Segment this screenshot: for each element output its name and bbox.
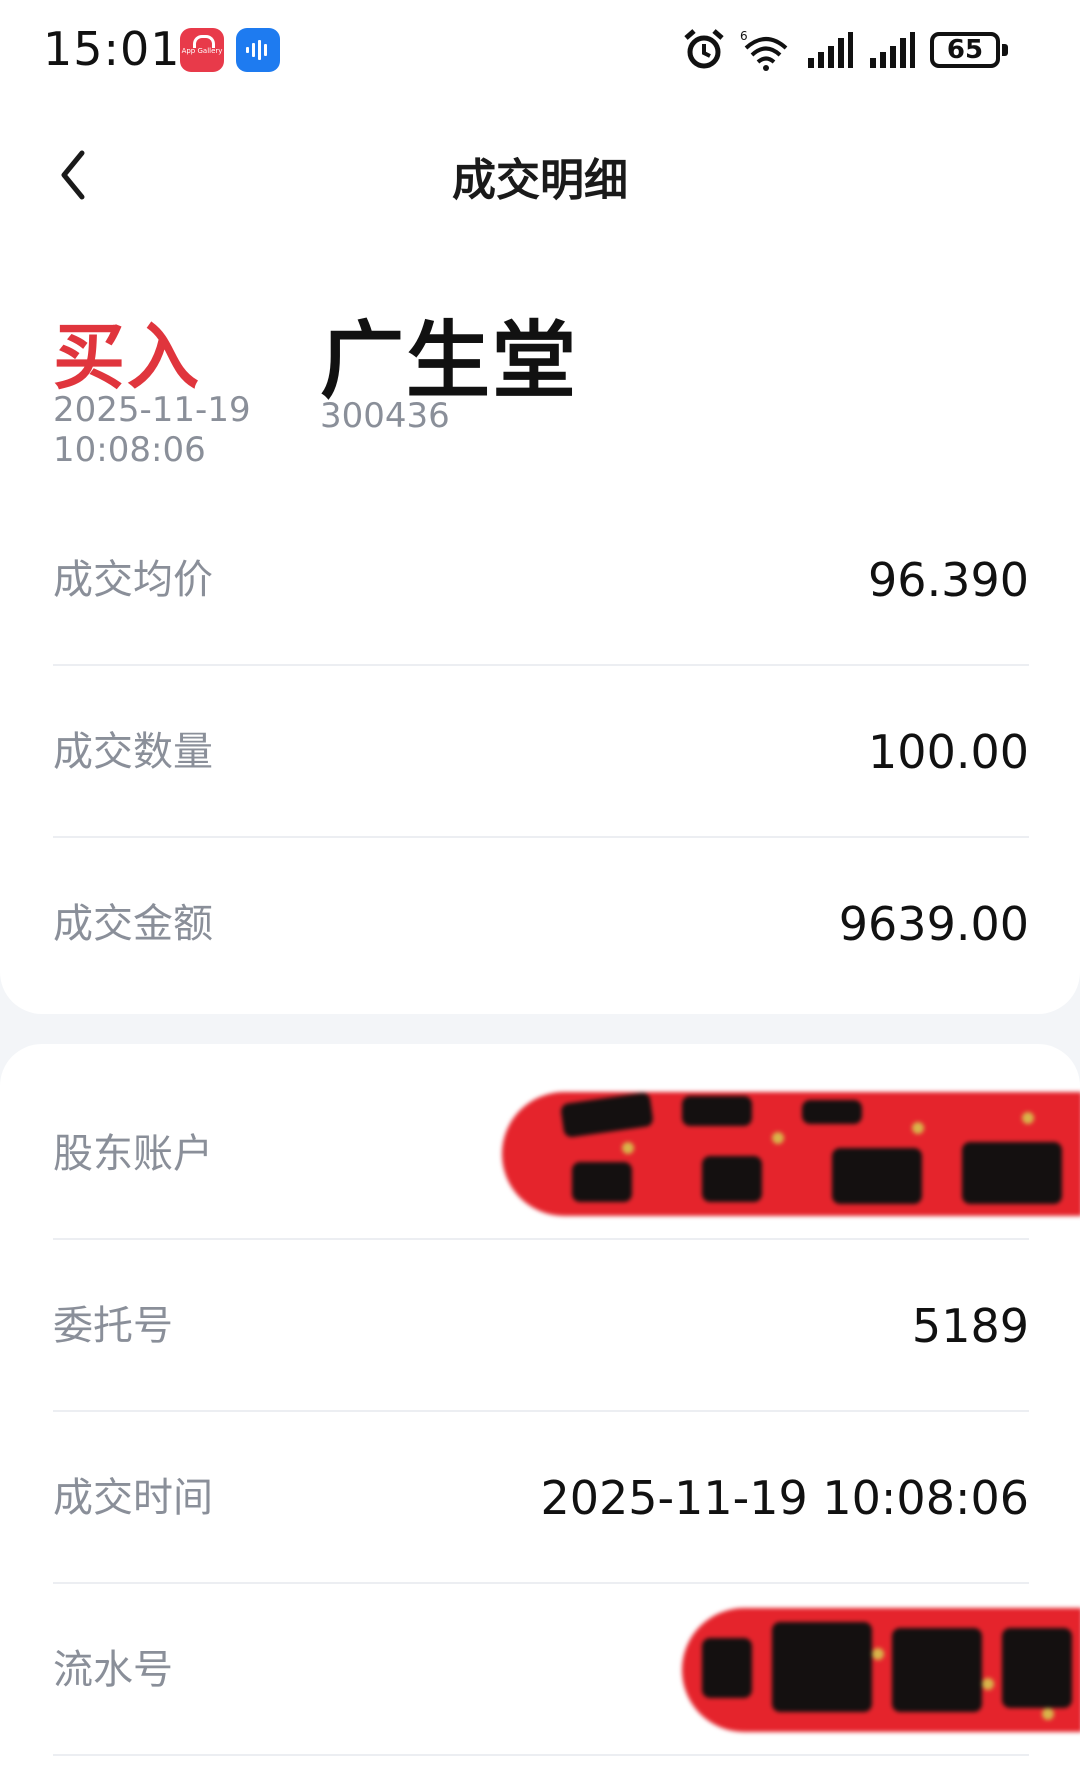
trade-time: 10:08:06 xyxy=(53,430,206,470)
signal-icon-2 xyxy=(870,32,915,68)
detail-value: 2025-11-19 10:08:06 xyxy=(540,1471,1029,1525)
trade-datetime: 2025-11-19 10:08:06 xyxy=(53,390,251,470)
stock-code: 300436 xyxy=(320,396,450,436)
trade-direction: 买入 xyxy=(53,315,202,399)
detail-row-trade-time: 成交时间 2025-11-19 10:08:06 xyxy=(53,1412,1029,1584)
detail-label: 股东账户 xyxy=(53,1131,213,1177)
detail-label: 流水号 xyxy=(53,1647,173,1693)
detail-row-serial-number: 流水号 xyxy=(53,1584,1080,1756)
status-bar: 15:01 App Gallery 6 65 xyxy=(0,0,1080,100)
trade-detail-card: 股东账户 委托号 5189 成交时间 2025-11-19 10:08:06 流… xyxy=(0,1044,1080,1768)
battery-icon: 65 xyxy=(930,32,1008,68)
detail-label: 成交时间 xyxy=(53,1475,213,1521)
battery-level: 65 xyxy=(946,35,984,65)
trade-summary-card: 买入 2025-11-19 10:08:06 广生堂 300436 成交均价 9… xyxy=(0,250,1080,1014)
redaction-sticker xyxy=(502,1092,1080,1216)
summary-value: 100.00 xyxy=(868,725,1029,779)
signal-icon-1 xyxy=(808,32,853,68)
summary-row-quantity: 成交数量 100.00 xyxy=(53,666,1029,838)
app-gallery-icon: App Gallery xyxy=(180,28,224,72)
nav-header: 成交明细 xyxy=(0,100,1080,250)
alarm-icon xyxy=(684,29,724,69)
voice-recorder-icon xyxy=(236,28,280,72)
detail-row-shareholder-account: 股东账户 xyxy=(53,1068,1080,1240)
redaction-sticker xyxy=(682,1608,1080,1732)
status-time: 15:01 xyxy=(43,22,181,76)
page-title: 成交明细 xyxy=(452,155,628,206)
svg-text:6: 6 xyxy=(740,29,748,43)
summary-value: 96.390 xyxy=(868,553,1029,607)
summary-label: 成交均价 xyxy=(53,557,213,603)
trade-date: 2025-11-19 xyxy=(53,390,251,430)
detail-label: 委托号 xyxy=(53,1303,173,1349)
summary-label: 成交数量 xyxy=(53,729,213,775)
divider xyxy=(53,1754,1029,1756)
detail-row-order-number: 委托号 5189 xyxy=(53,1240,1029,1412)
summary-value: 9639.00 xyxy=(838,897,1029,951)
detail-value: 5189 xyxy=(911,1299,1029,1353)
summary-row-amount: 成交金额 9639.00 xyxy=(53,838,1029,1010)
summary-label: 成交金额 xyxy=(53,901,213,947)
summary-row-avg-price: 成交均价 96.390 xyxy=(53,494,1029,666)
wifi-icon: 6 xyxy=(740,29,788,71)
app-gallery-icon-label: App Gallery xyxy=(181,47,223,55)
status-icons: 6 65 xyxy=(682,28,1042,74)
